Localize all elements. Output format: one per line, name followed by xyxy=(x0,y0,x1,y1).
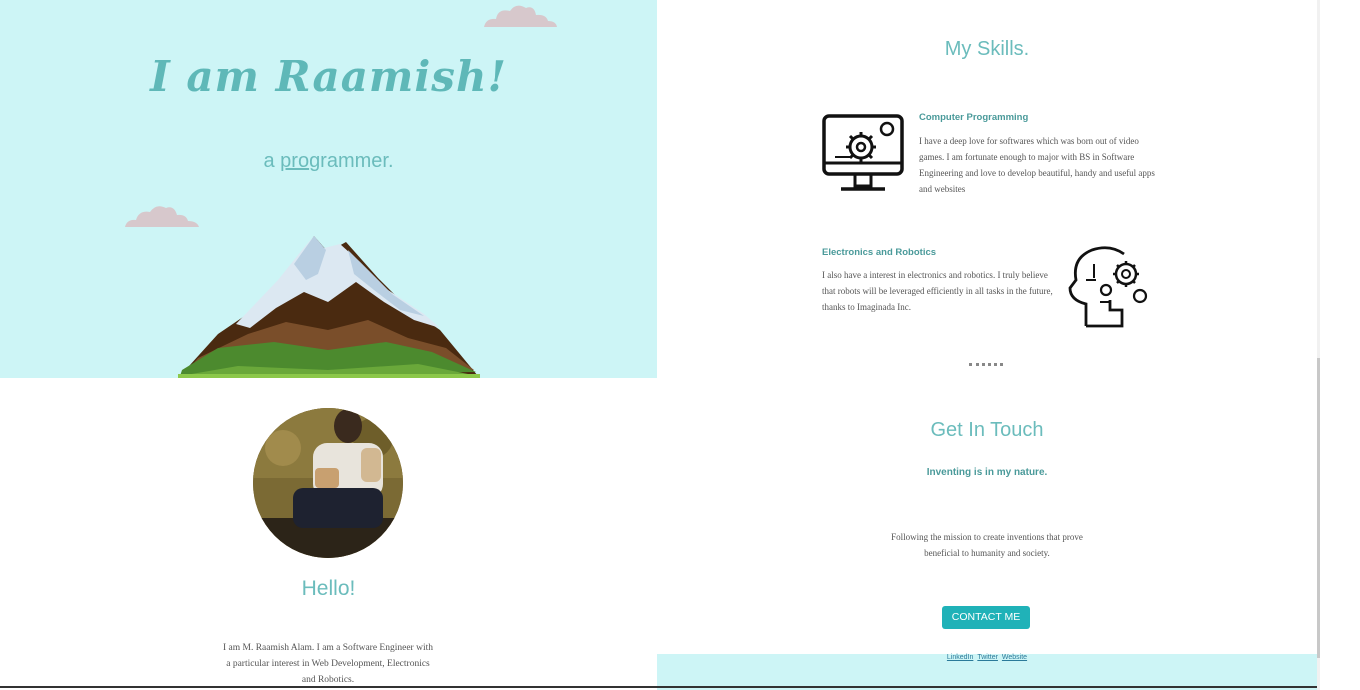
skill-text-robotics: I also have a interest in electronics an… xyxy=(822,270,1053,312)
contact-heading: Get In Touch xyxy=(930,419,1044,441)
hero-subtitle: a programmer. xyxy=(0,150,657,173)
right-page: My Skills. Computer Programming I have a… xyxy=(657,0,1317,690)
contact-me-button[interactable]: CONTACT ME xyxy=(942,606,1030,629)
skill-title-robotics: Electronics and Robotics xyxy=(822,247,937,258)
skill-text-programming: I have a deep love for softwares which w… xyxy=(919,136,1155,194)
footer-links: LinkedIn Twitter Website xyxy=(657,654,1317,661)
section-divider xyxy=(969,362,1003,366)
head-gears-icon xyxy=(1068,246,1148,328)
contact-tagline: Inventing is in my nature. xyxy=(926,467,1048,478)
subtitle-prefix: a xyxy=(263,150,281,172)
cloud-icon xyxy=(125,206,199,227)
mountain-icon xyxy=(178,236,480,378)
skill-title-programming: Computer Programming xyxy=(919,112,1029,123)
avatar xyxy=(253,408,403,558)
hero-section: I am Raamish! a programmer. xyxy=(0,0,657,378)
website-link[interactable]: Website xyxy=(1002,654,1027,661)
profile-photo xyxy=(253,408,403,558)
bottom-border xyxy=(657,686,1317,688)
about-text: I am M. Raamish Alam. I am a Software En… xyxy=(222,643,433,685)
cloud-icon xyxy=(484,5,557,27)
bottom-border xyxy=(0,686,657,688)
mission-text: Following the mission to create inventio… xyxy=(891,532,1083,558)
computer-gear-icon xyxy=(822,114,904,191)
subtitle-rest: grammer. xyxy=(309,150,394,172)
skills-heading: My Skills. xyxy=(944,38,1030,60)
hello-heading: Hello! xyxy=(301,577,356,600)
twitter-link[interactable]: Twitter xyxy=(977,654,998,661)
hero-title: I am Raamish! xyxy=(150,52,507,101)
subtitle-typed: pro xyxy=(280,150,310,172)
left-page: I am Raamish! a programmer. Hello! I am … xyxy=(0,0,657,690)
linkedin-link[interactable]: LinkedIn xyxy=(947,654,973,661)
scrollbar-thumb[interactable] xyxy=(1317,358,1320,658)
